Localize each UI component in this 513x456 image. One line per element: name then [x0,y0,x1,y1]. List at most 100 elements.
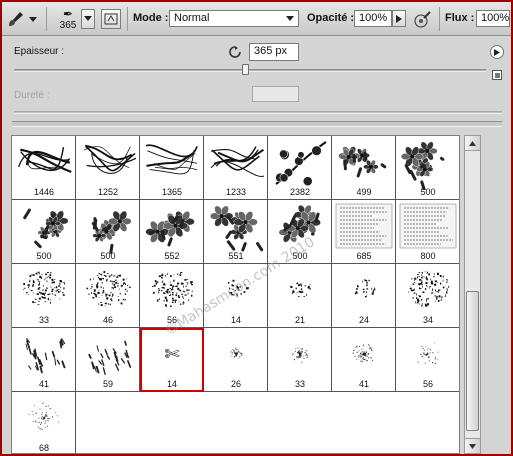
airbrush-icon[interactable] [412,8,434,30]
thickness-value: 365 px [254,45,288,57]
brush-preset-tile[interactable]: 46 [76,264,140,328]
brush-tip-preview [145,211,195,247]
opacity-label: Opacité : [307,12,355,24]
brush-preset-tile[interactable]: 1365 [140,136,204,200]
brush-size-label: 685 [356,251,372,261]
flow-label: Flux : [445,12,475,24]
brush-tip-preview [275,141,327,187]
opacity-slider-button[interactable] [392,10,406,27]
opacity-value: 100% [359,12,388,24]
thickness-input[interactable]: 365 px [249,43,299,61]
brush-tip-preview [86,271,131,307]
brush-preset-tile[interactable]: 1252 [76,136,140,200]
hardness-input [252,86,299,102]
options-bar: ✒ 365 Mode : Normal Opacité : 100% Flux … [2,2,511,36]
brush-picker-dropdown-button[interactable] [81,9,95,29]
flow-value: 100% [481,12,510,24]
thickness-slider-track[interactable] [14,69,486,72]
brush-size-label: 24 [358,315,369,325]
brush-size-label: 41 [38,379,49,389]
scroll-thumb[interactable] [466,291,479,431]
flow-input[interactable]: 100% [476,10,510,27]
brush-tip-preview [23,208,69,249]
brush-preset-tile[interactable]: 551 [204,200,268,264]
brush-preset-tile[interactable]: 41 [12,328,76,392]
brush-size-label: 800 [420,251,436,261]
tool-preset-dropdown-icon[interactable] [28,15,38,25]
brush-tip-preview [292,347,309,363]
brush-size-label: 59 [102,379,113,389]
brush-preset-tile[interactable]: 685 [332,200,396,264]
brush-tip-preview [18,147,72,173]
brush-size-label: 14 [166,379,177,389]
brush-preset-tile[interactable]: 26 [204,328,268,392]
hardness-label: Dureté : [14,90,50,101]
scroll-down-button[interactable] [465,438,480,453]
brush-preset-tile[interactable]: 500 [396,136,459,200]
panel-divider [12,121,502,127]
brush-size-label: 552 [164,251,180,261]
svg-text:✄: ✄ [164,344,179,365]
brush-size-label: 1365 [161,187,183,197]
vertical-scrollbar[interactable] [464,135,481,454]
brush-preset-tile[interactable]: 59 [76,328,140,392]
mode-value: Normal [174,12,210,24]
brush-preset-tile[interactable]: 56 [140,264,204,328]
brush-tip-preview [88,340,132,376]
brush-preset-tile[interactable]: 68 [12,392,76,453]
brush-size-label: 551 [228,251,244,261]
panel-menu-icon[interactable] [490,45,504,59]
brush-size-label: 500 [420,187,436,197]
brush-panel-toggle-icon[interactable] [101,9,121,29]
brush-preset-tile[interactable]: 2382 [268,136,332,200]
brush-size-label: 46 [102,315,113,325]
brush-tip-preview [210,146,265,177]
brush-tip-preview [209,205,264,252]
brush-icon[interactable] [6,9,26,29]
brush-preset-tile[interactable]: 500 [12,200,76,264]
brush-preset-tile[interactable]: 41 [332,328,396,392]
thickness-slider-thumb[interactable] [242,64,250,75]
mode-label: Mode : [133,12,169,24]
brush-preset-tile[interactable]: 33 [268,328,332,392]
photoshop-brush-options: ✒ 365 Mode : Normal Opacité : 100% Flux … [0,0,513,456]
brush-size-readout: 365 [59,19,77,31]
thickness-label: Epaisseur : [14,46,65,57]
hardness-slider-track [14,111,502,114]
brush-tip-preview [338,146,387,178]
brush-preset-tile[interactable]: 500 [76,200,140,264]
brush-size-label: 26 [230,379,241,389]
brush-tip-preview [355,279,376,298]
brush-tip-preview [335,203,393,249]
brush-preset-tile[interactable]: 56 [396,328,459,392]
brush-preset-tile[interactable]: 14 [204,264,268,328]
brush-preset-tile[interactable]: 34 [396,264,459,328]
brush-preset-picker[interactable]: ✒ 365 [54,3,82,35]
brush-preset-tile[interactable]: 21 [268,264,332,328]
brush-size-label: 500 [100,251,116,261]
opacity-input[interactable]: 100% [354,10,392,27]
brush-tip-preview [408,271,450,307]
brush-tip-preview [25,338,66,374]
brush-tip-preview [28,402,60,430]
reset-icon[interactable] [228,45,242,59]
brush-preset-tile[interactable]: 552 [140,200,204,264]
brush-size-label: 33 [294,379,305,389]
brush-size-label: 56 [422,379,433,389]
brush-preset-tile[interactable]: 24 [332,264,396,328]
new-preset-icon[interactable] [491,69,503,81]
brush-preset-tile[interactable]: 33 [12,264,76,328]
brush-preset-tile[interactable]: 500 [268,200,332,264]
brush-tip-preview [22,271,66,305]
brush-size-label: 500 [36,251,52,261]
brush-preset-tile[interactable]: 1233 [204,136,268,200]
brush-preset-tile[interactable]: ✄ 14 [140,328,204,392]
mode-select[interactable]: Normal [169,10,299,27]
brush-preset-tile[interactable]: 1446 [12,136,76,200]
brush-tip-preview [228,279,249,297]
brush-size-label: 68 [38,443,49,453]
brush-preset-tile[interactable]: 499 [332,136,396,200]
brush-preset-tile[interactable]: 800 [396,200,459,264]
scroll-up-button[interactable] [465,136,480,151]
brush-size-label: 41 [358,379,369,389]
